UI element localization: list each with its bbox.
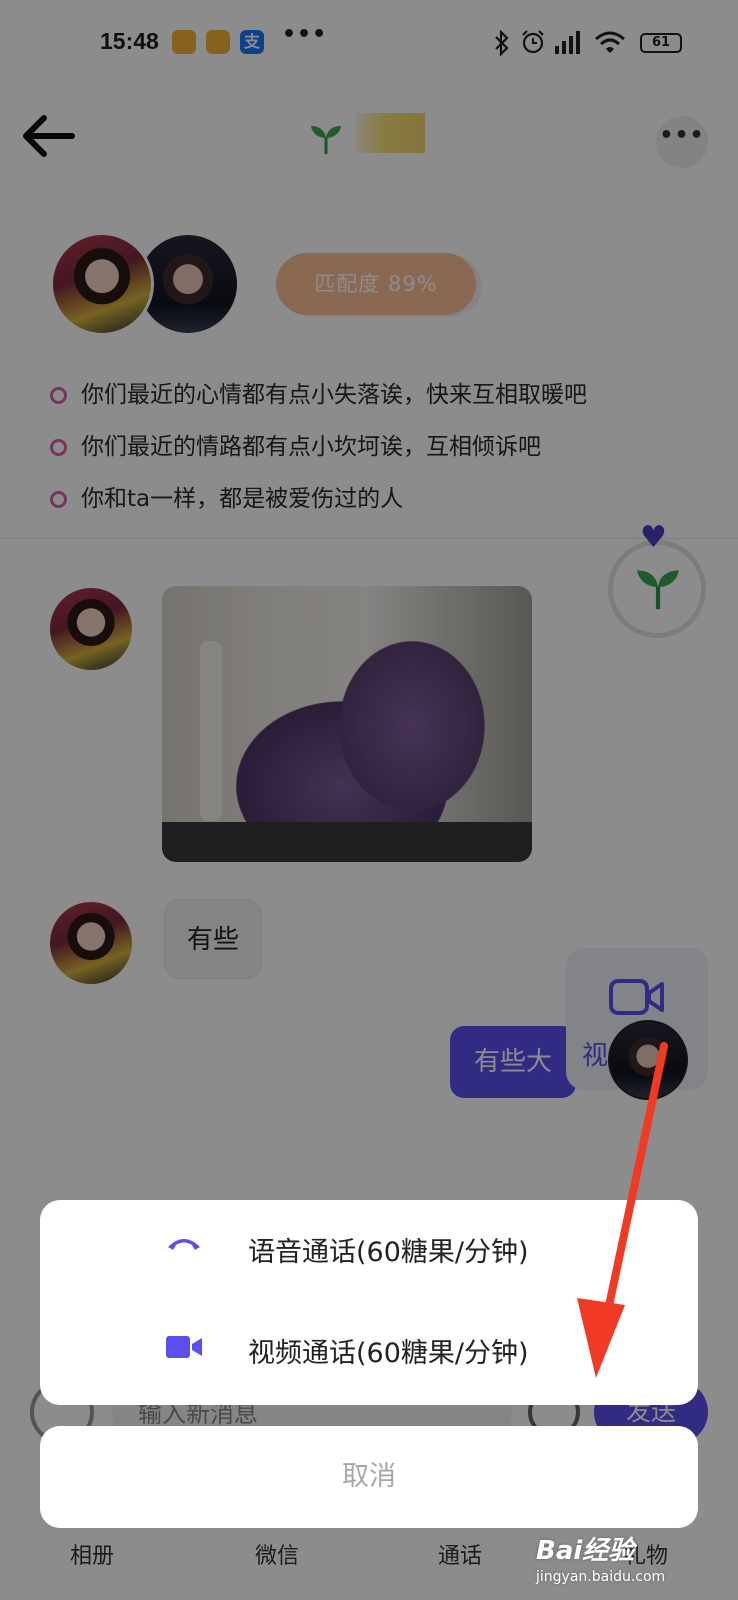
watermark-brand: Bai经验 bbox=[536, 1536, 635, 1566]
watermark-url: jingyan.baidu.com bbox=[536, 1569, 666, 1585]
watermark-logo: Bai经验 jingyan.baidu.com bbox=[536, 1530, 665, 1585]
annotation-arrow-icon bbox=[577, 1042, 668, 1378]
